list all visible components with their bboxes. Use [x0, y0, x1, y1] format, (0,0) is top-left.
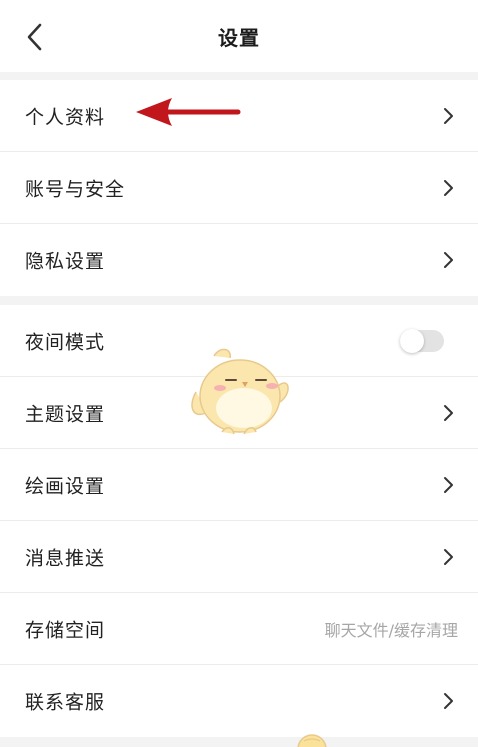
row-label: 夜间模式 [25, 331, 106, 354]
row-label: 主题设置 [25, 403, 106, 426]
chevron-right-icon [444, 405, 453, 421]
chevron-right-icon [444, 180, 453, 196]
section-gap [0, 296, 478, 305]
row-label: 存储空间 [25, 619, 106, 642]
settings-row-storage[interactable]: 存储空间 聊天文件/缓存清理 [0, 593, 478, 665]
nav-bar: 设置 [0, 0, 478, 72]
row-label: 绘画设置 [25, 475, 106, 498]
row-label: 联系客服 [25, 691, 106, 714]
row-label: 账号与安全 [25, 178, 126, 201]
settings-row-drawing[interactable]: 绘画设置 [0, 449, 478, 521]
row-label: 消息推送 [25, 547, 106, 570]
chevron-right-icon [444, 549, 453, 565]
settings-row-privacy[interactable]: 隐私设置 [0, 224, 478, 296]
row-label: 个人资料 [25, 106, 106, 129]
chevron-right-icon [444, 693, 453, 709]
section-gap [0, 72, 478, 80]
settings-row-theme[interactable]: 主题设置 [0, 377, 478, 449]
chevron-right-icon [444, 252, 453, 268]
storage-hint: 聊天文件/缓存清理 [324, 621, 458, 640]
toggle-knob [400, 329, 424, 353]
chevron-right-icon [444, 108, 453, 124]
settings-row-account-security[interactable]: 账号与安全 [0, 152, 478, 224]
row-label: 隐私设置 [25, 250, 106, 273]
settings-row-customer-service[interactable]: 联系客服 [0, 665, 478, 737]
settings-row-night-mode[interactable]: 夜间模式 [0, 305, 478, 377]
section-gap [0, 737, 478, 747]
settings-row-notifications[interactable]: 消息推送 [0, 521, 478, 593]
night-mode-toggle[interactable] [400, 329, 444, 353]
page-title: 设置 [218, 26, 260, 50]
settings-row-profile[interactable]: 个人资料 [0, 80, 478, 152]
chevron-right-icon [444, 477, 453, 493]
